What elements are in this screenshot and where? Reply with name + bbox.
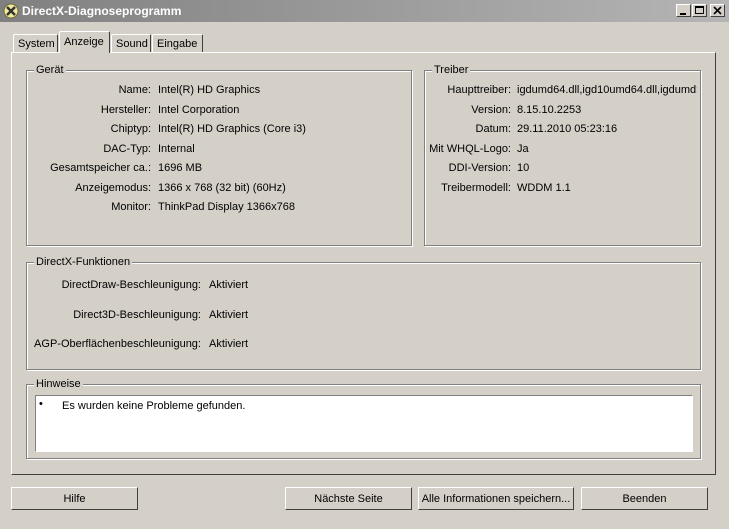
device-memory-value: 1696 MB <box>158 162 203 174</box>
device-group-title: Gerät <box>34 64 66 76</box>
window-title: DirectX-Diagnoseprogramm <box>22 4 182 18</box>
notes-title: Hinweise <box>34 378 83 390</box>
driver-whql-value: Ja <box>517 143 529 155</box>
notes-textbox[interactable]: • Es wurden keine Probleme gefunden. <box>35 395 693 452</box>
device-dactype-value: Internal <box>158 143 195 155</box>
driver-version-label: Version: <box>471 104 511 116</box>
driver-version-value: 8.15.10.2253 <box>517 104 582 116</box>
device-dactype-label: DAC-Typ: <box>103 143 151 155</box>
device-chiptype-value: Intel(R) HD Graphics (Core i3) <box>158 123 306 135</box>
direct3d-label: Direct3D-Beschleunigung: <box>73 309 201 321</box>
dxdiag-app-icon <box>3 3 19 19</box>
maximize-button[interactable] <box>692 4 707 17</box>
exit-button[interactable]: Beenden <box>581 487 708 510</box>
driver-ddi-value: 10 <box>517 162 530 174</box>
agp-label: AGP-Oberflächenbeschleunigung: <box>34 338 201 350</box>
device-group: Gerät <box>26 64 412 246</box>
device-displaymode-label: Anzeigemodus: <box>75 182 151 194</box>
tab-anzeige[interactable]: Anzeige <box>59 31 110 53</box>
tab-eingabe[interactable]: Eingabe <box>152 34 203 52</box>
next-page-button[interactable]: Nächste Seite <box>285 487 412 510</box>
driver-whql-label: Mit WHQL-Logo: <box>429 143 511 155</box>
close-button[interactable] <box>710 4 725 17</box>
driver-model-value: WDDM 1.1 <box>517 182 571 194</box>
tab-label: System <box>18 38 55 50</box>
driver-group-title: Treiber <box>432 64 471 76</box>
bullet-icon: • <box>39 398 43 410</box>
maximize-icon <box>695 6 704 14</box>
save-all-button[interactable]: Alle Informationen speichern... <box>418 487 574 510</box>
directdraw-label: DirectDraw-Beschleunigung: <box>61 279 201 291</box>
close-icon <box>713 6 722 15</box>
device-name-label: Name: <box>118 84 151 96</box>
device-name-value: Intel(R) HD Graphics <box>158 84 261 96</box>
directx-features-title: DirectX-Funktionen <box>34 256 133 268</box>
agp-value: Aktiviert <box>209 338 249 350</box>
dxdiag-window: DirectX-Diagnoseprogramm System Anzeige … <box>0 0 729 529</box>
help-button[interactable]: Hilfe <box>11 487 138 510</box>
title-bar[interactable]: DirectX-Diagnoseprogramm <box>0 0 729 22</box>
driver-date-value: 29.11.2010 05:23:16 <box>517 123 618 135</box>
tab-label: Anzeige <box>64 36 104 48</box>
device-monitor-value: ThinkPad Display 1366x768 <box>158 201 295 213</box>
device-memory-label: Gesamtspeicher ca.: <box>50 162 151 174</box>
device-displaymode-value: 1366 x 768 (32 bit) (60Hz) <box>158 182 286 194</box>
tab-sound[interactable]: Sound <box>111 34 151 52</box>
driver-model-label: Treibermodell: <box>441 182 511 194</box>
device-manufacturer-value: Intel Corporation <box>158 104 240 116</box>
driver-main-label: Haupttreiber: <box>447 84 511 96</box>
device-manufacturer-label: Hersteller: <box>100 104 151 116</box>
driver-ddi-label: DDI-Version: <box>448 162 511 174</box>
direct3d-value: Aktiviert <box>209 309 249 321</box>
tab-system[interactable]: System <box>13 34 58 52</box>
directdraw-value: Aktiviert <box>209 279 249 291</box>
driver-group: Treiber <box>424 64 701 246</box>
device-monitor-label: Monitor: <box>111 201 151 213</box>
driver-main-value: igdumd64.dll,igd10umd64.dll,igdumd› <box>517 84 697 96</box>
note-item: Es wurden keine Probleme gefunden. <box>62 400 246 412</box>
driver-date-label: Datum: <box>475 123 511 135</box>
tab-label: Eingabe <box>157 38 198 50</box>
device-chiptype-label: Chiptyp: <box>110 123 151 135</box>
minimize-icon <box>680 13 686 15</box>
minimize-button[interactable] <box>676 4 691 17</box>
tab-label: Sound <box>116 38 148 50</box>
